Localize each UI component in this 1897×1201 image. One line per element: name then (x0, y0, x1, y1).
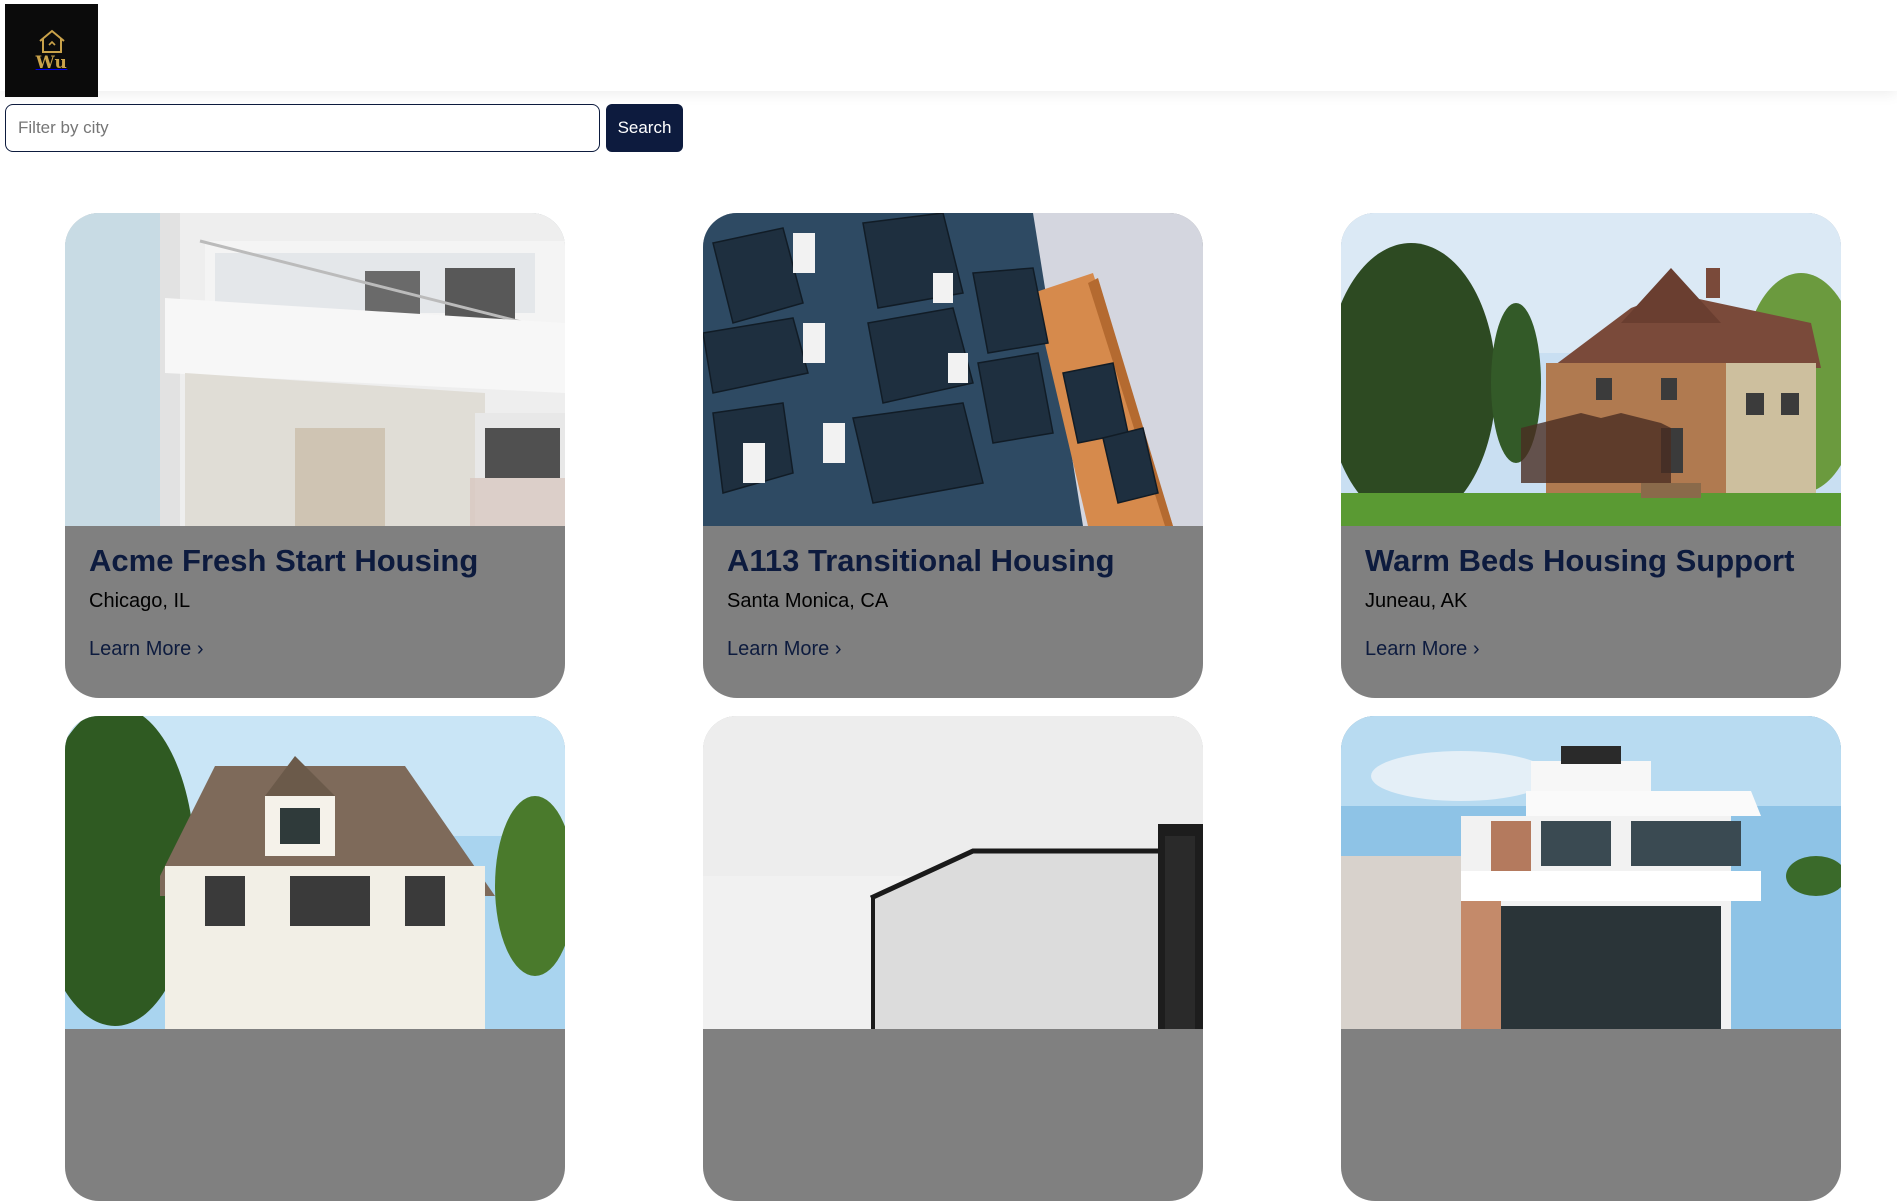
listing-card: Acme Fresh Start Housing Chicago, IL Lea… (65, 213, 565, 698)
learn-more-link[interactable]: Learn More › (89, 638, 204, 661)
listing-image (65, 213, 565, 526)
listing-card (65, 716, 565, 1201)
listing-location: Juneau, AK (1365, 590, 1468, 612)
listing-image (703, 716, 1203, 1029)
listing-card (703, 716, 1203, 1201)
listing-image (65, 716, 565, 1029)
listing-image (1341, 716, 1841, 1029)
listing-image (703, 213, 1203, 526)
site-logo[interactable]: Wu (5, 4, 98, 97)
listing-title: A113 Transitional Housing (727, 543, 1115, 578)
city-filter-input[interactable] (5, 104, 600, 152)
listing-location: Santa Monica, CA (727, 590, 889, 612)
learn-more-link[interactable]: Learn More › (727, 638, 842, 661)
listing-title: Acme Fresh Start Housing (89, 543, 479, 578)
house-icon (38, 29, 65, 53)
site-header: Wu (0, 0, 1897, 97)
city-filter-bar: Search (5, 104, 683, 152)
listing-title: Warm Beds Housing Support (1365, 543, 1795, 578)
logo-text: Wu (35, 52, 68, 73)
listing-card: A113 Transitional Housing Santa Monica, … (703, 213, 1203, 698)
listing-card: Warm Beds Housing Support Juneau, AK Lea… (1341, 213, 1841, 698)
listing-card (1341, 716, 1841, 1201)
learn-more-link[interactable]: Learn More › (1365, 638, 1480, 661)
listing-image (1341, 213, 1841, 526)
listings-grid: Acme Fresh Start Housing Chicago, IL Lea… (65, 213, 1841, 1201)
listing-location: Chicago, IL (89, 590, 191, 612)
search-button[interactable]: Search (606, 104, 683, 152)
